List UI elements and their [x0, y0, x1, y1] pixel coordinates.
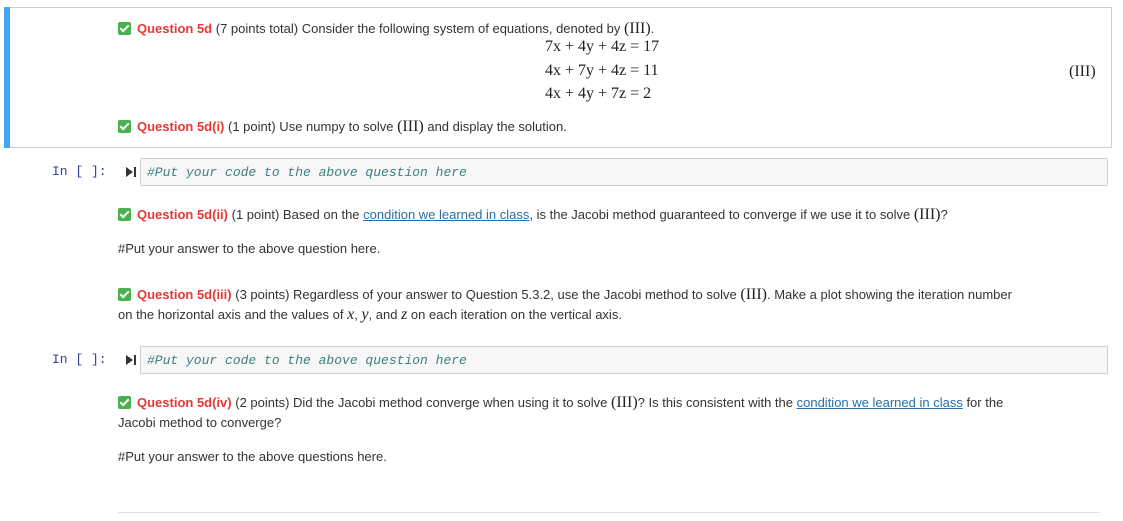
input-prompt: In [ ]:	[52, 352, 107, 367]
question-label: Question 5d(iv)	[137, 395, 232, 410]
question-5di: Question 5d(i) (1 point) Use numpy to so…	[118, 118, 567, 136]
checkbox-icon	[118, 120, 131, 133]
code-comment: #Put your code to the above question her…	[147, 165, 467, 180]
condition-link[interactable]: condition we learned in class	[363, 207, 529, 222]
checkbox-icon	[118, 208, 131, 221]
equation-1: 7x + 4y + 4z = 17	[545, 38, 660, 55]
question-label: Question 5d	[137, 21, 213, 36]
code-comment: #Put your code to the above question her…	[147, 353, 467, 368]
question-5diii: Question 5d(iii) (3 points) Regardless o…	[118, 286, 1012, 304]
question-5div: Question 5d(iv) (2 points) Did the Jacob…	[118, 394, 1003, 412]
code-cell-editor[interactable]: #Put your code to the above question her…	[140, 158, 1108, 186]
question-5d-heading: Question 5d (7 points total) Consider th…	[118, 20, 654, 38]
question-label: Question 5d(ii)	[137, 207, 228, 222]
run-cell-icon[interactable]	[125, 354, 137, 366]
answer-placeholder: #Put your answer to the above questions …	[118, 449, 387, 464]
run-cell-icon[interactable]	[125, 166, 137, 178]
question-label: Question 5d(iii)	[137, 287, 232, 302]
cell-divider	[118, 512, 1100, 513]
condition-link[interactable]: condition we learned in class	[797, 395, 963, 410]
checkbox-icon	[118, 396, 131, 409]
equation-2: 4x + 7y + 4z = 11	[545, 62, 659, 79]
input-prompt: In [ ]:	[52, 164, 107, 179]
code-cell-editor[interactable]: #Put your code to the above question her…	[140, 346, 1108, 374]
answer-placeholder: #Put your answer to the above question h…	[118, 241, 381, 256]
equation-number: (III)	[1069, 63, 1096, 80]
question-5diii-line2: on the horizontal axis and the values of…	[118, 306, 622, 323]
question-5dii: Question 5d(ii) (1 point) Based on the c…	[118, 206, 948, 224]
question-5div-line2: Jacobi method to converge?	[118, 415, 282, 430]
question-label: Question 5d(i)	[137, 119, 225, 134]
checkbox-icon	[118, 22, 131, 35]
equation-3: 4x + 4y + 7z = 2	[545, 85, 652, 102]
checkbox-icon	[118, 288, 131, 301]
cell-selection-bar	[4, 7, 10, 148]
